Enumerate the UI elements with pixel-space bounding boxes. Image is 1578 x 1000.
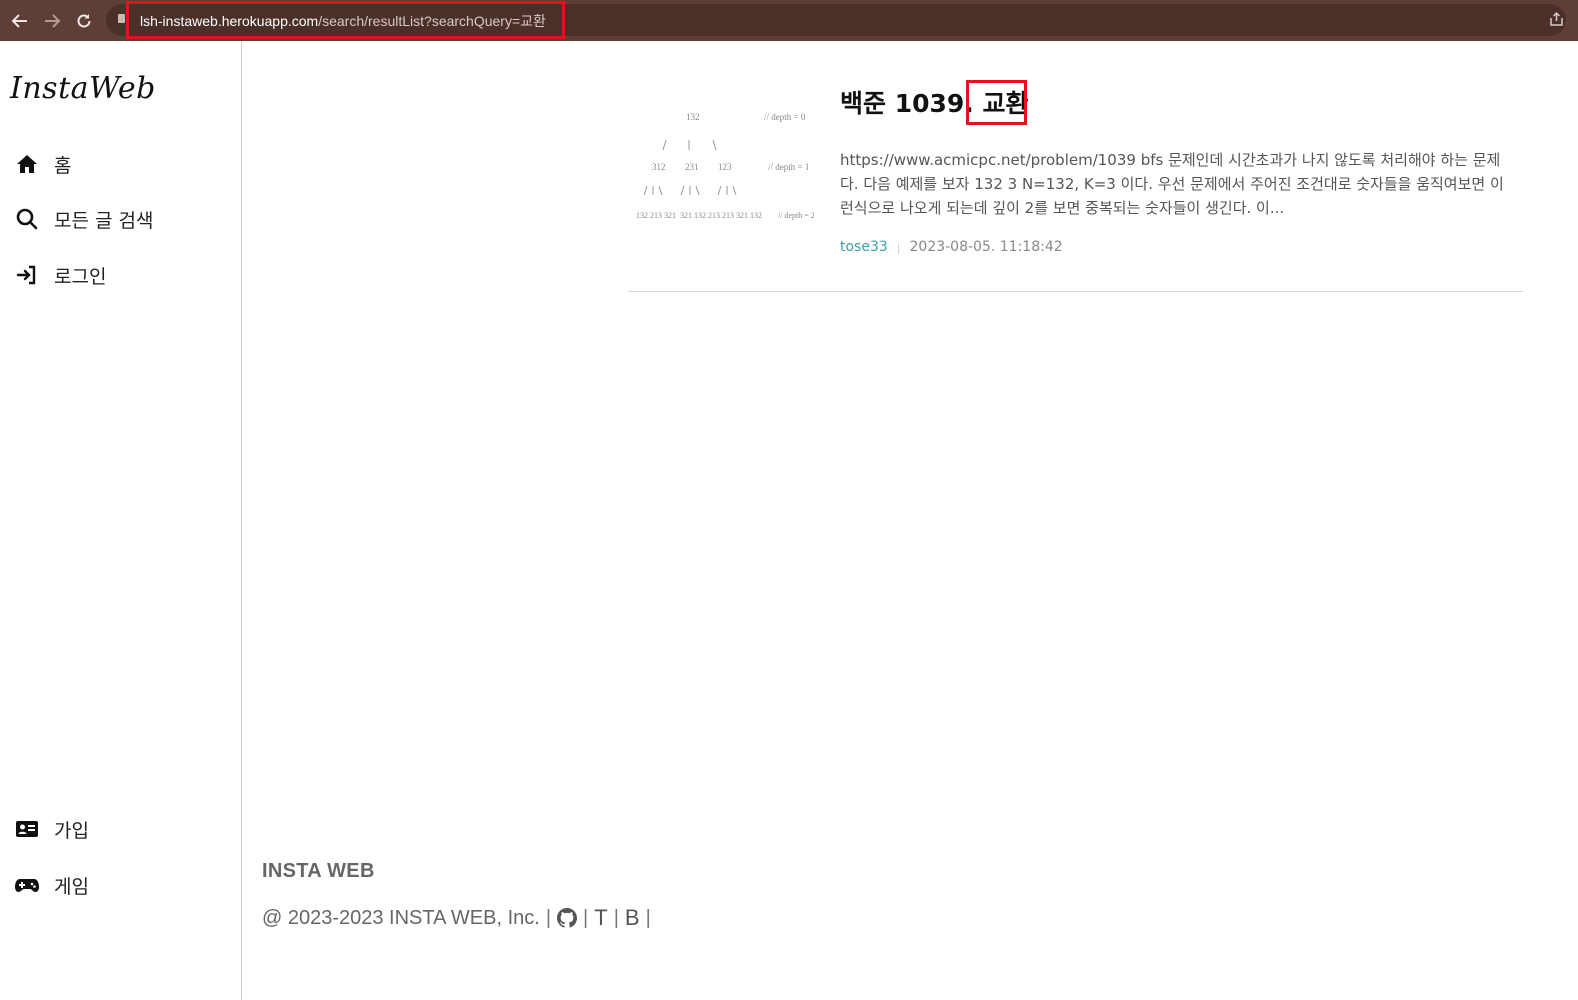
sidebar-item-game[interactable]: 게임 bbox=[14, 870, 89, 900]
post-title-prefix: 백준 1039. bbox=[840, 89, 974, 118]
footer-divider: | bbox=[545, 906, 552, 929]
url-highlight-box bbox=[126, 1, 565, 39]
meta-separator: | bbox=[896, 240, 901, 254]
post-author[interactable]: tose33 bbox=[840, 239, 888, 255]
post-thumbnail[interactable]: 132 // depth = 0 312 231 123 // depth = … bbox=[628, 108, 823, 228]
footer-brand: INSTA WEB bbox=[262, 860, 375, 882]
github-icon[interactable] bbox=[557, 908, 578, 928]
home-icon bbox=[14, 151, 40, 177]
tree-node-label: 213 321 132 bbox=[722, 211, 762, 220]
post-excerpt: https://www.acmicpc.net/problem/1039 bfs… bbox=[840, 151, 1504, 217]
search-result-item[interactable]: 132 // depth = 0 312 231 123 // depth = … bbox=[628, 78, 1523, 292]
sidebar-item-signup[interactable]: 가입 bbox=[14, 814, 89, 844]
lock-icon bbox=[118, 14, 125, 23]
tree-node-label: 321 132 213 bbox=[680, 211, 720, 220]
footer-divider: | bbox=[613, 906, 619, 929]
footer-divider: | bbox=[645, 906, 651, 929]
sidebar-item-search[interactable]: 모든 글 검색 bbox=[14, 204, 153, 234]
depth-label: // depth = 0 bbox=[764, 112, 806, 122]
share-icon[interactable] bbox=[1549, 11, 1565, 27]
footer-link-t[interactable]: T bbox=[594, 905, 607, 931]
gamepad-icon bbox=[14, 872, 40, 898]
footer-divider: | bbox=[583, 906, 589, 929]
post-date: 2023-08-05. 11:18:42 bbox=[909, 239, 1063, 255]
tree-node-label: 312 bbox=[652, 162, 666, 172]
back-arrow-icon[interactable] bbox=[4, 5, 36, 37]
footer-link-b[interactable]: B bbox=[625, 905, 640, 931]
tree-node-label: 132 213 321 bbox=[636, 211, 676, 220]
footer-links: @ 2023-2023 INSTA WEB, Inc. | | T | B | bbox=[262, 905, 657, 931]
sidebar-item-login[interactable]: 로그인 bbox=[14, 260, 106, 290]
tree-root-label: 132 bbox=[686, 112, 700, 122]
reload-icon[interactable] bbox=[68, 5, 100, 37]
depth-label: // depth = 1 bbox=[768, 162, 809, 172]
tree-node-label: 123 bbox=[718, 162, 732, 172]
search-icon bbox=[14, 206, 40, 232]
sidebar-item-label: 모든 글 검색 bbox=[54, 209, 154, 232]
sidebar-item-home[interactable]: 홈 bbox=[14, 149, 71, 179]
id-card-icon bbox=[14, 816, 40, 842]
post-meta: tose33 | 2023-08-05. 11:18:42 bbox=[840, 239, 1063, 255]
keyword-highlight-box bbox=[966, 80, 1027, 125]
sidebar-item-label: 로그인 bbox=[54, 265, 107, 288]
depth-label: // depth = 2 bbox=[778, 211, 815, 220]
sidebar: InstaWeb 홈 모든 글 검색 로그인 가입 게임 bbox=[0, 41, 242, 1000]
sidebar-item-label: 홈 bbox=[54, 154, 72, 177]
sidebar-item-label: 가입 bbox=[54, 819, 89, 842]
login-icon bbox=[14, 262, 40, 288]
tree-node-label: 231 bbox=[685, 162, 699, 172]
footer-copyright: @ 2023-2023 INSTA WEB, Inc. bbox=[262, 906, 540, 929]
sidebar-item-label: 게임 bbox=[54, 875, 89, 898]
forward-arrow-icon[interactable] bbox=[36, 5, 68, 37]
logo[interactable]: InstaWeb bbox=[10, 71, 156, 106]
